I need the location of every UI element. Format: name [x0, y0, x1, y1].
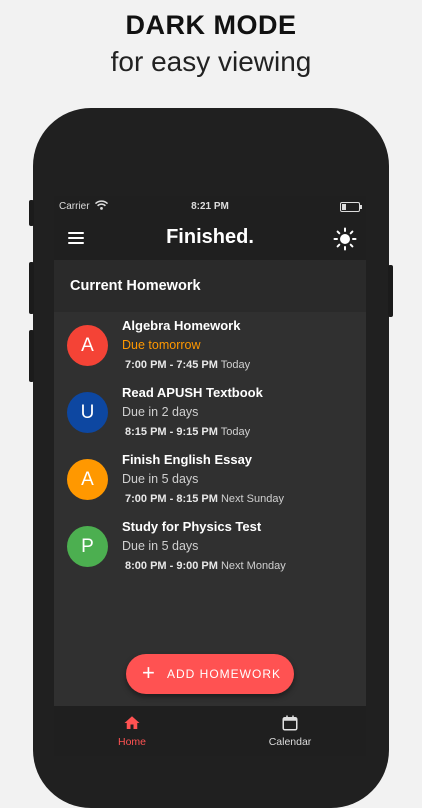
time-day: Next Sunday	[220, 493, 284, 505]
status-time: 8:21 PM	[191, 201, 229, 212]
avatar: P	[67, 526, 108, 567]
section-header: Current Homework	[54, 260, 366, 312]
homework-due: Due tomorrow	[122, 338, 201, 352]
time-range: 7:00 PM - 8:15 PM	[125, 493, 218, 505]
calendar-icon	[282, 715, 298, 731]
promo-subtitle: for easy viewing	[110, 46, 312, 77]
nav-calendar[interactable]: Calendar	[250, 706, 330, 756]
status-bar: Carrier 8:21 PM	[54, 196, 366, 218]
time-day: Today	[220, 426, 251, 438]
promo-title: DARK MODE	[125, 10, 297, 40]
time-day: Today	[220, 359, 251, 371]
homework-title: Finish English Essay	[122, 452, 253, 467]
list-item[interactable]: A Algebra Homework Due tomorrow 7:00 PM …	[54, 312, 366, 378]
nav-calendar-label: Calendar	[268, 736, 312, 748]
list-item[interactable]: A Finish English Essay Due in 5 days 7:0…	[54, 446, 366, 512]
avatar: A	[67, 325, 108, 366]
time-range: 7:00 PM - 7:45 PM	[125, 359, 218, 371]
add-homework-button[interactable]: + ADD HOMEWORK	[126, 654, 294, 694]
homework-time: 8:00 PM - 9:00 PM Next Monday	[125, 560, 286, 572]
homework-title: Read APUSH Textbook	[122, 385, 263, 400]
time-day: Next Monday	[220, 560, 286, 572]
time-range: 8:00 PM - 9:00 PM	[125, 560, 218, 572]
sun-icon[interactable]	[333, 227, 357, 251]
homework-title: Algebra Homework	[122, 318, 241, 333]
homework-due: Due in 5 days	[122, 539, 199, 553]
add-homework-label: ADD HOMEWORK	[167, 667, 281, 681]
avatar: A	[67, 459, 108, 500]
list-item[interactable]: U Read APUSH Textbook Due in 2 days 8:15…	[54, 379, 366, 445]
homework-time: 8:15 PM - 9:15 PM Today	[125, 426, 250, 438]
home-icon	[124, 716, 140, 729]
homework-title: Study for Physics Test	[122, 519, 262, 534]
nav-home-label: Home	[117, 736, 146, 748]
homework-time: 7:00 PM - 7:45 PM Today	[125, 359, 250, 371]
avatar: U	[67, 392, 108, 433]
time-range: 8:15 PM - 9:15 PM	[125, 426, 218, 438]
plus-icon: +	[142, 660, 155, 685]
phone-side-button	[29, 262, 34, 314]
phone-side-button	[29, 200, 34, 226]
list-item[interactable]: P Study for Physics Test Due in 5 days 8…	[54, 513, 366, 579]
app-screen: Carrier 8:21 PM Finished. Current Homewo…	[54, 196, 366, 756]
homework-due: Due in 5 days	[122, 472, 199, 486]
app-bar: Finished.	[54, 218, 366, 260]
app-title: Finished.	[166, 226, 254, 248]
homework-due: Due in 2 days	[122, 405, 199, 419]
battery-icon	[340, 202, 362, 212]
phone-side-button	[29, 330, 34, 382]
phone-side-button	[388, 265, 393, 317]
section-title: Current Homework	[70, 278, 201, 294]
nav-home[interactable]: Home	[92, 706, 172, 756]
homework-time: 7:00 PM - 8:15 PM Next Sunday	[125, 493, 284, 505]
bottom-nav: Home Calendar	[54, 706, 366, 756]
